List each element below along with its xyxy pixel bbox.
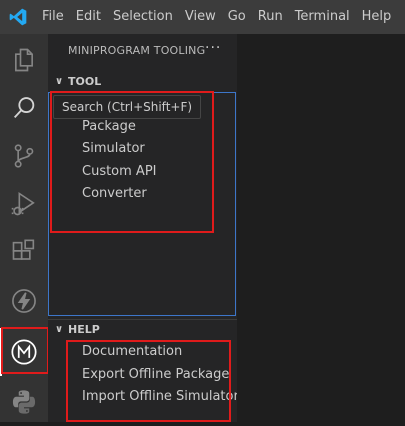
menu-terminal[interactable]: Terminal (289, 0, 356, 34)
activity-bar (0, 34, 48, 422)
lightning-icon[interactable] (0, 277, 48, 325)
vscode-logo-icon (4, 0, 32, 34)
tool-item-simulator[interactable]: Simulator (82, 140, 145, 158)
sidebar-title: MINIPROGRAM TOOLING (68, 44, 206, 57)
python-icon[interactable] (0, 378, 48, 426)
menu-file[interactable]: File (36, 0, 70, 34)
search-icon[interactable] (0, 84, 48, 132)
section-help-title: HELP (68, 322, 100, 336)
menu-go[interactable]: Go (222, 0, 252, 34)
section-tool-title: TOOL (68, 74, 102, 88)
title-bar: File Edit Selection View Go Run Terminal… (0, 0, 405, 34)
help-item-export-offline-package[interactable]: Export Offline Package (82, 366, 229, 384)
menu-edit[interactable]: Edit (70, 0, 107, 34)
editor-area (237, 34, 405, 422)
explorer-icon[interactable] (0, 36, 48, 84)
tool-item-package[interactable]: Package (82, 118, 136, 136)
tool-item-converter[interactable]: Converter (82, 185, 147, 203)
help-item-import-offline-simulator[interactable]: Import Offline Simulator (82, 388, 239, 406)
help-item-documentation[interactable]: Documentation (82, 343, 182, 361)
section-help-header[interactable]: ∨ HELP (48, 318, 237, 340)
extensions-icon[interactable] (0, 228, 48, 276)
chevron-down-icon: ∨ (54, 75, 64, 87)
tool-item-custom-api[interactable]: Custom API (82, 163, 157, 181)
section-tool-header[interactable]: ∨ TOOL (48, 70, 237, 92)
menu-view[interactable]: View (179, 0, 222, 34)
chevron-down-icon: ∨ (54, 323, 64, 335)
search-tooltip: Search (Ctrl+Shift+F) (53, 95, 202, 119)
more-actions-icon[interactable]: ··· (205, 40, 221, 56)
tool-section-focus-border (48, 92, 236, 316)
menu-run[interactable]: Run (252, 0, 289, 34)
miniprogram-m-icon[interactable] (0, 328, 48, 376)
menu-help[interactable]: Help (356, 0, 398, 34)
sidebar: MINIPROGRAM TOOLING ··· ∨ TOOL Package S… (48, 34, 239, 422)
menu-selection[interactable]: Selection (107, 0, 179, 34)
source-control-icon[interactable] (0, 132, 48, 180)
run-debug-icon[interactable] (0, 180, 48, 228)
